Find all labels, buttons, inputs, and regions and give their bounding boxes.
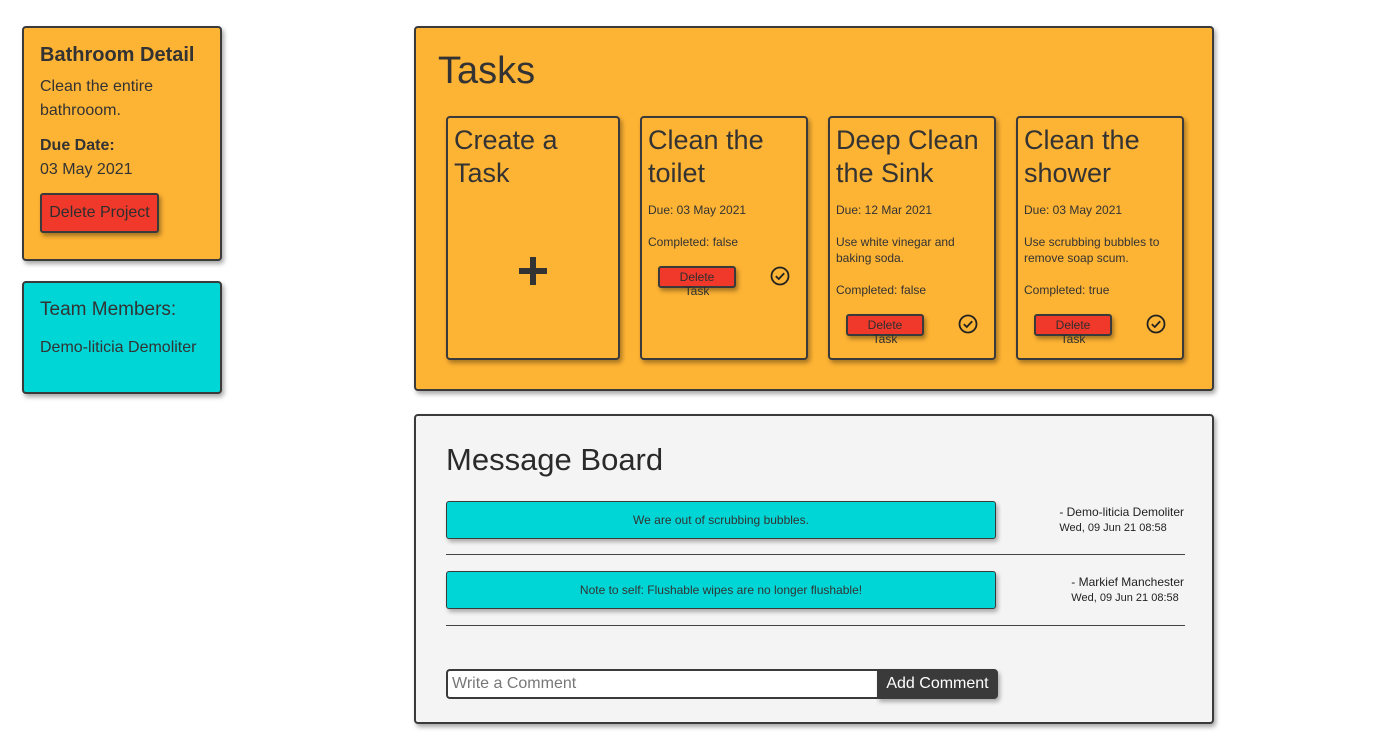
message-author-block: - Markief Manchester Wed, 09 Jun 21 08:5… xyxy=(1071,575,1184,604)
message: Note to self: Flushable wipes are no lon… xyxy=(446,571,996,609)
team-member: Demo-liticia Demoliter xyxy=(40,339,197,356)
divider xyxy=(446,625,1185,626)
team-members-card: Team Members: Demo-liticia Demoliter xyxy=(22,281,222,394)
message-author: - Markief Manchester xyxy=(1071,575,1184,589)
task-completed: Completed: true xyxy=(1024,283,1110,297)
message-author: - Demo-liticia Demoliter xyxy=(1059,505,1184,519)
comment-input[interactable] xyxy=(446,669,878,699)
task-due: Due: 12 Mar 2021 xyxy=(836,203,933,217)
project-title: Bathroom Detail xyxy=(40,44,195,66)
message-date: Wed, 09 Jun 21 08:58 xyxy=(1071,592,1179,604)
delete-task-button[interactable]: Delete Task xyxy=(1034,314,1112,346)
plus-icon[interactable] xyxy=(518,256,548,286)
task-due: Due: 03 May 2021 xyxy=(1024,203,1123,217)
task-title: Deep Clean the Sink xyxy=(836,125,979,188)
add-comment-button[interactable]: Add Comment xyxy=(877,669,998,699)
create-task-label: Create a Task xyxy=(454,125,558,188)
message: We are out of scrubbing bubbles. xyxy=(446,501,996,539)
team-members-title: Team Members: xyxy=(40,299,177,320)
task-description: Use white vinegar and baking soda. xyxy=(836,235,955,265)
project-description: Clean the entire bathrooom. xyxy=(40,78,153,119)
task-title: Clean the shower xyxy=(1024,125,1140,188)
create-task-card[interactable]: Create a Task xyxy=(446,116,620,360)
task-completed: Completed: false xyxy=(836,283,927,297)
task-card: Deep Clean the Sink Due: 12 Mar 2021 Use… xyxy=(828,116,996,360)
task-due: Due: 03 May 2021 xyxy=(648,203,747,217)
delete-task-button[interactable]: Delete Task xyxy=(658,266,736,298)
check-circle-icon[interactable] xyxy=(770,266,790,286)
task-card: Clean the shower Due: 03 May 2021 Use sc… xyxy=(1016,116,1184,360)
check-circle-icon[interactable] xyxy=(958,314,978,334)
project-detail-card: Bathroom Detail Clean the entire bathroo… xyxy=(22,26,222,261)
message-board-title: Message Board xyxy=(446,442,664,477)
message-author-block: - Demo-liticia Demoliter Wed, 09 Jun 21 … xyxy=(1059,505,1184,534)
task-completed: Completed: false xyxy=(648,235,739,249)
message-board: Message Board We are out of scrubbing bu… xyxy=(414,414,1214,724)
task-card: Clean the toilet Due: 03 May 2021 Comple… xyxy=(640,116,808,360)
check-circle-icon[interactable] xyxy=(1146,314,1166,334)
delete-project-button[interactable]: Delete Project xyxy=(40,193,159,233)
task-description: Use scrubbing bubbles to remove soap scu… xyxy=(1024,235,1160,265)
due-date-value: 03 May 2021 xyxy=(40,161,133,178)
delete-task-button[interactable]: Delete Task xyxy=(846,314,924,346)
due-date-label: Due Date: xyxy=(40,137,115,154)
divider xyxy=(446,554,1185,555)
task-title: Clean the toilet xyxy=(648,125,764,188)
tasks-title: Tasks xyxy=(438,50,536,92)
message-date: Wed, 09 Jun 21 08:58 xyxy=(1059,522,1167,534)
tasks-panel: Tasks Create a Task Clean the toilet Due… xyxy=(414,26,1214,391)
